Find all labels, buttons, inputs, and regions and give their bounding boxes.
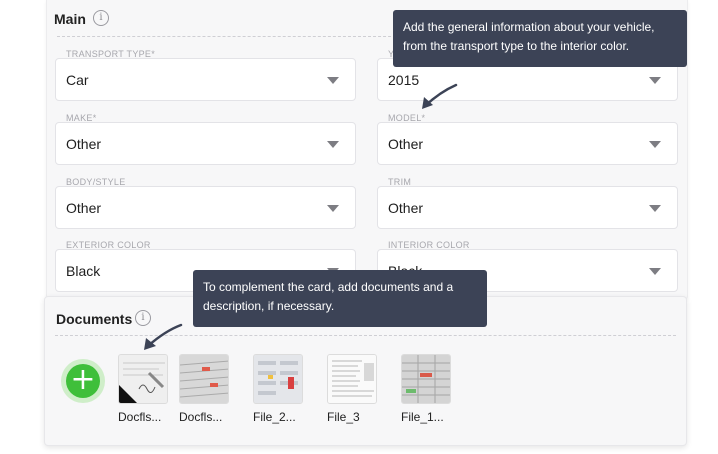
main-section-title: Main	[54, 11, 86, 27]
plus-icon: +	[66, 364, 100, 398]
field-label: INTERIOR COLOR	[388, 240, 470, 250]
text-document-thumbnail	[327, 354, 377, 404]
spreadsheet-document-thumbnail	[179, 354, 229, 404]
add-document-button[interactable]: +	[61, 359, 105, 403]
info-icon[interactable]: i	[93, 10, 109, 26]
field-value: Other	[388, 200, 424, 216]
table-document-thumbnail	[253, 354, 303, 404]
field-value: Other	[66, 136, 102, 152]
document-item[interactable]: File_2...	[253, 354, 313, 424]
chevron-down-icon	[327, 77, 339, 84]
trim-select[interactable]: TRIM Other	[377, 177, 678, 229]
signature-document-thumbnail	[118, 354, 168, 404]
tooltip-arrow-icon	[422, 83, 458, 109]
field-value: 2015	[388, 72, 420, 88]
documents-section-title: Documents	[56, 311, 133, 327]
chevron-down-icon	[649, 77, 661, 84]
field-label: TRIM	[388, 177, 412, 187]
field-label: MAKE*	[66, 113, 97, 123]
document-item[interactable]: Docfls...	[118, 354, 178, 424]
field-label: EXTERIOR COLOR	[66, 240, 151, 250]
chevron-down-icon	[649, 141, 661, 148]
field-label: MODEL*	[388, 113, 426, 123]
field-value: Other	[66, 200, 102, 216]
document-name: Docfls...	[118, 410, 162, 424]
field-value: Other	[388, 136, 424, 152]
field-value: Car	[66, 72, 89, 88]
documents-info-tooltip: To complement the card, add documents an…	[193, 270, 487, 327]
transport-type-select[interactable]: TRANSPORT TYPE* Car	[55, 49, 356, 101]
field-label: BODY/STYLE	[66, 177, 126, 187]
document-name: File_1...	[401, 410, 444, 424]
document-item[interactable]: Docfls...	[179, 354, 239, 424]
chevron-down-icon	[649, 268, 661, 275]
document-item[interactable]: File_1...	[401, 354, 461, 424]
chevron-down-icon	[327, 205, 339, 212]
spreadsheet-document-thumbnail	[401, 354, 451, 404]
make-select[interactable]: MAKE* Other	[55, 113, 356, 165]
vehicle-form-screen: Main i TRANSPORT TYPE* Car YEAR 2015 MAK…	[0, 0, 718, 454]
field-label: TRANSPORT TYPE*	[66, 49, 156, 59]
document-item[interactable]: File_3	[327, 354, 387, 424]
document-name: Docfls...	[179, 410, 223, 424]
body-style-select[interactable]: BODY/STYLE Other	[55, 177, 356, 229]
chevron-down-icon	[649, 205, 661, 212]
model-select[interactable]: MODEL* Other	[377, 113, 678, 165]
document-name: File_3	[327, 410, 360, 424]
tooltip-arrow-icon	[144, 323, 183, 350]
chevron-down-icon	[327, 141, 339, 148]
document-name: File_2...	[253, 410, 296, 424]
field-value: Black	[66, 263, 101, 279]
main-info-tooltip: Add the general information about your v…	[393, 10, 687, 67]
